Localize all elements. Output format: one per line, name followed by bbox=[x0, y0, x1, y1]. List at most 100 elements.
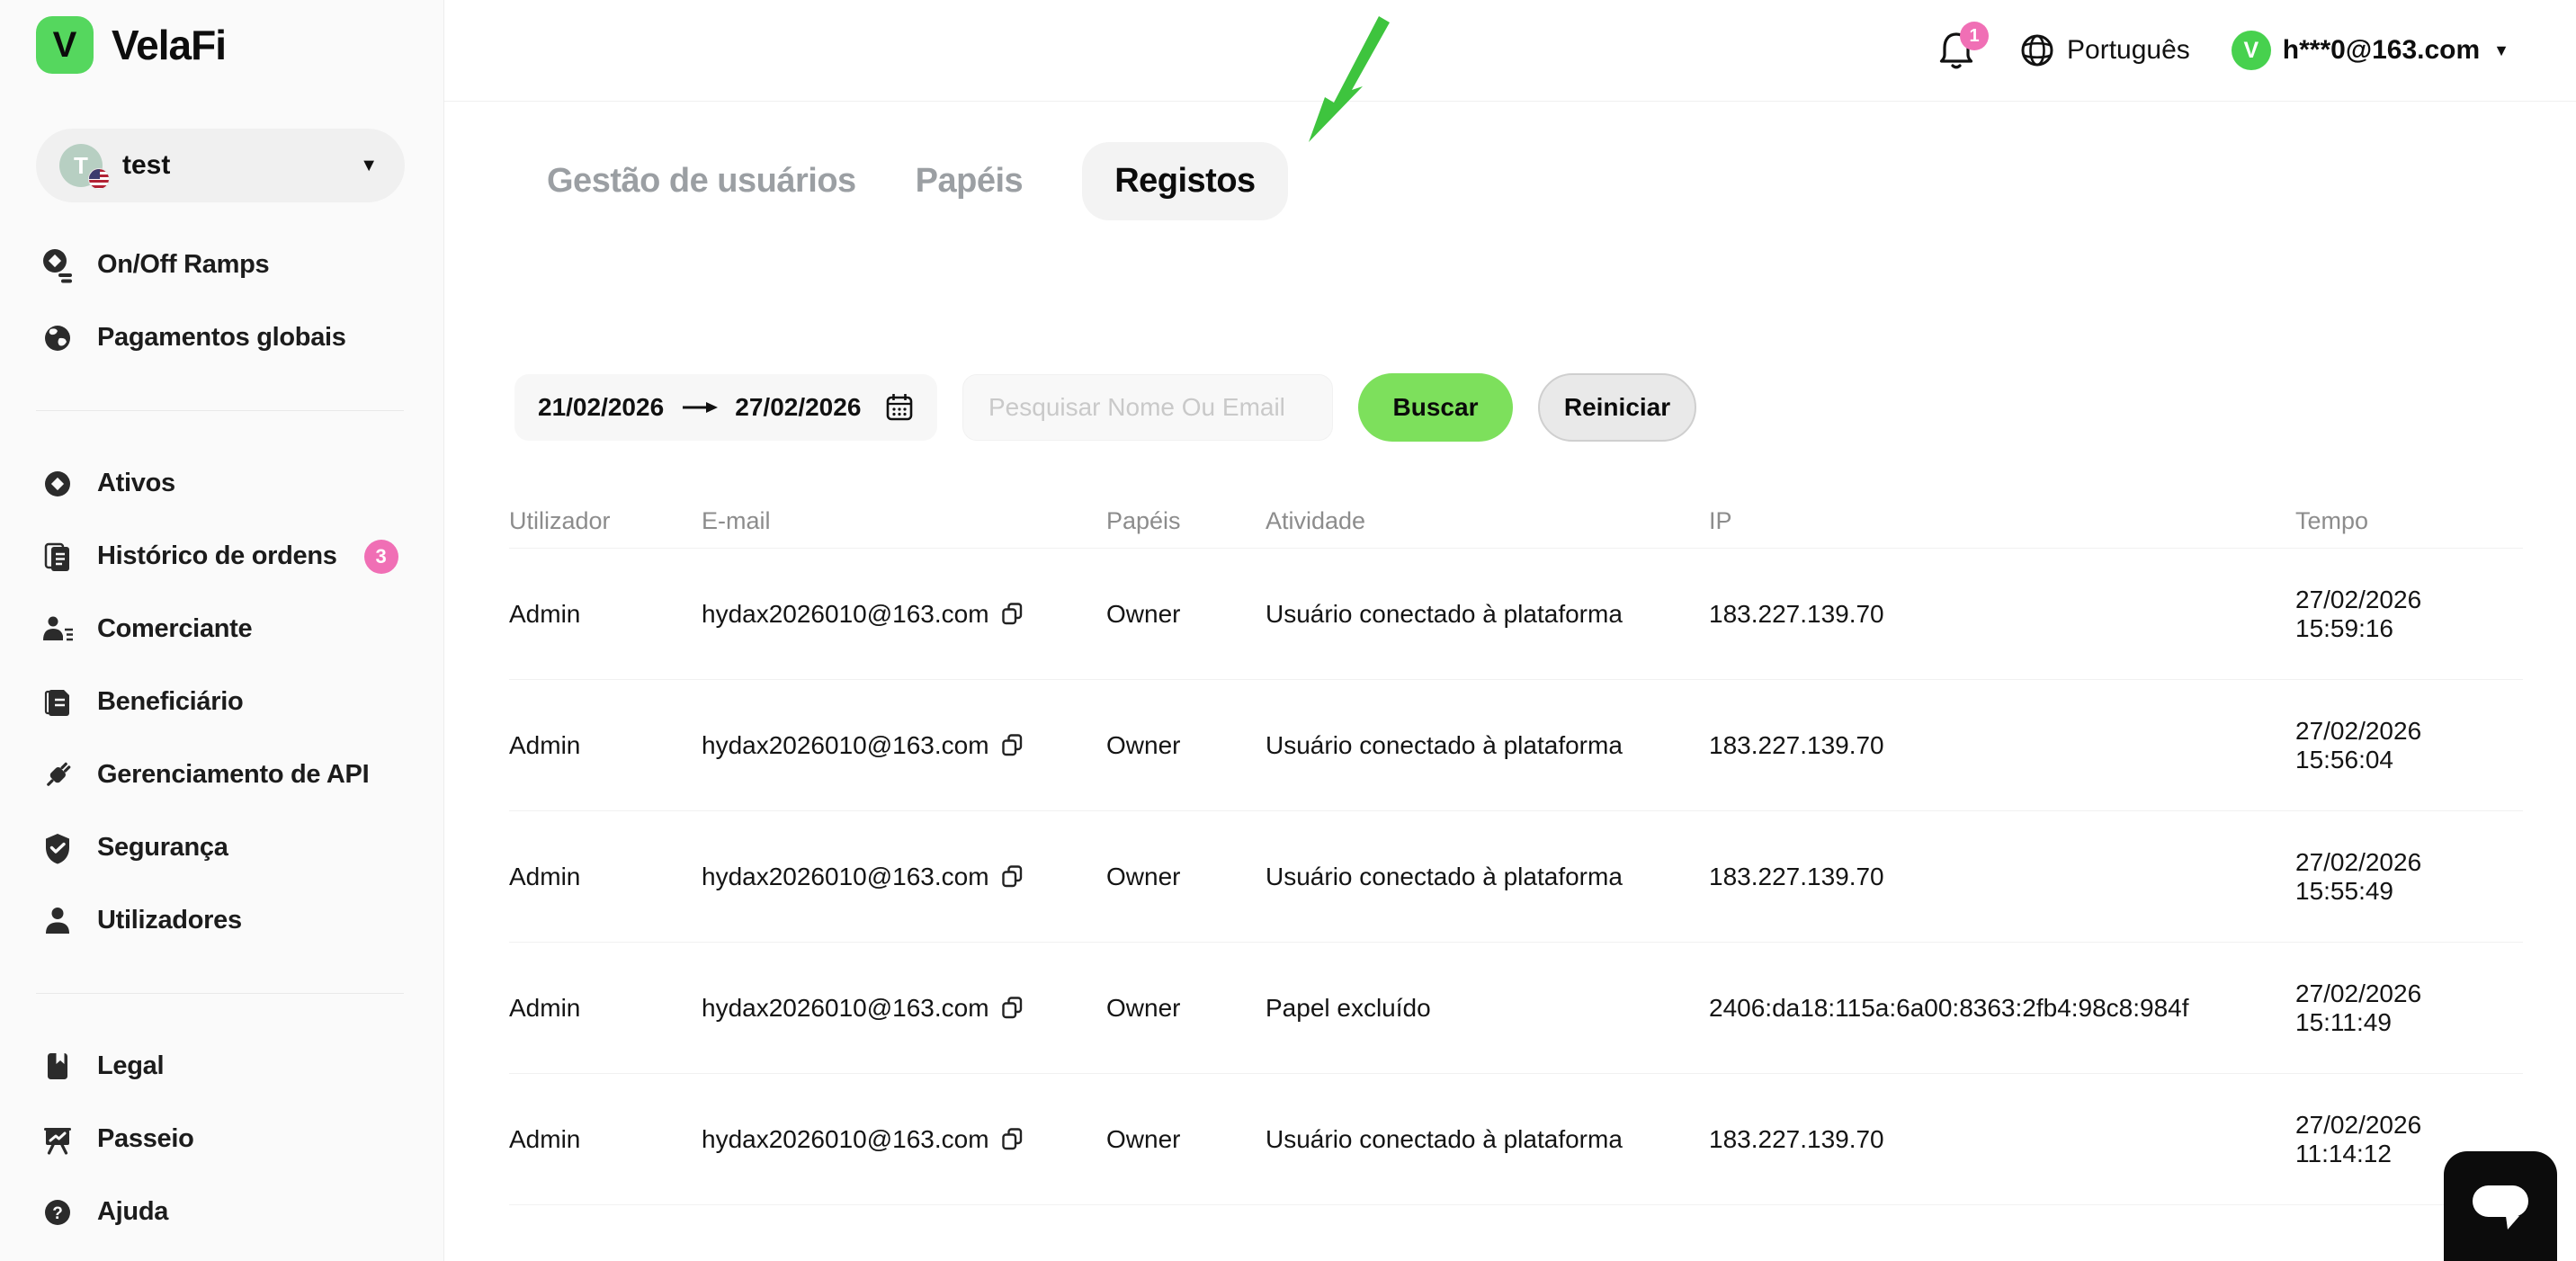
tab-bar: Gestão de usuários Papéis Registos bbox=[547, 141, 2576, 220]
sidebar-item-pagamentos-globais[interactable]: Pagamentos globais bbox=[0, 301, 443, 374]
ramps-coin-icon bbox=[40, 247, 76, 283]
copy-icon bbox=[1001, 603, 1022, 625]
cell-email: hydax2026010@163.com bbox=[702, 600, 1106, 629]
sidebar-item-label: Gerenciamento de API bbox=[97, 760, 370, 789]
copy-icon bbox=[1001, 1128, 1022, 1150]
brand-name: VelaFi bbox=[112, 22, 227, 68]
globe-icon bbox=[2021, 34, 2053, 67]
language-selector[interactable]: Português bbox=[2019, 32, 2190, 68]
sidebar-item-label: Legal bbox=[97, 1051, 165, 1080]
app-root: V VelaFi T test ▼ On/Off Ramps Pagamento… bbox=[0, 0, 2576, 1261]
cell-activity: Papel excluído bbox=[1266, 993, 1431, 1022]
main-content: 1 Português V h***0@163.com ▼ Gestão de … bbox=[444, 0, 2576, 1261]
svg-text:?: ? bbox=[52, 1204, 63, 1223]
cell-role: Owner bbox=[1106, 1124, 1181, 1153]
search-input[interactable] bbox=[988, 393, 1307, 422]
user-avatar: V bbox=[2231, 31, 2271, 70]
cell-email: hydax2026010@163.com bbox=[702, 994, 1106, 1023]
workspace-selector[interactable]: T test ▼ bbox=[36, 129, 405, 202]
account-menu[interactable]: V h***0@163.com ▼ bbox=[2231, 31, 2509, 70]
sidebar-item-seguranca[interactable]: Segurança bbox=[0, 811, 443, 884]
tour-presentation-icon bbox=[40, 1122, 76, 1158]
sidebar-item-passeio[interactable]: Passeio bbox=[0, 1103, 443, 1176]
merchant-person-icon bbox=[40, 612, 76, 648]
sidebar-item-comerciante[interactable]: Comerciante bbox=[0, 593, 443, 666]
copy-icon bbox=[1001, 734, 1022, 756]
copy-email-button[interactable] bbox=[1000, 864, 1024, 889]
sidebar-item-on-off-ramps[interactable]: On/Off Ramps bbox=[0, 228, 443, 301]
notification-count-badge: 1 bbox=[1960, 22, 1990, 50]
copy-icon bbox=[1001, 997, 1022, 1019]
cell-email: hydax2026010@163.com bbox=[702, 863, 1106, 891]
language-label: Português bbox=[2067, 35, 2190, 65]
tab-papeis[interactable]: Papéis bbox=[916, 162, 1024, 201]
brand[interactable]: V VelaFi bbox=[0, 16, 443, 74]
cell-user: Admin bbox=[509, 730, 581, 759]
user-email: h***0@163.com bbox=[2282, 35, 2481, 65]
cell-email: hydax2026010@163.com bbox=[702, 1125, 1106, 1154]
sidebar-item-label: Segurança bbox=[97, 833, 228, 862]
cell-role: Owner bbox=[1106, 862, 1181, 890]
order-history-icon bbox=[40, 539, 76, 575]
workspace-avatar-letter: T bbox=[74, 151, 88, 179]
cell-ip: 183.227.139.70 bbox=[1709, 862, 1884, 890]
sidebar-item-ajuda[interactable]: ? Ajuda bbox=[0, 1176, 443, 1248]
sidebar-item-historico-de-ordens[interactable]: Histórico de ordens 3 bbox=[0, 520, 443, 593]
sidebar-item-label: Comerciante bbox=[97, 614, 253, 643]
column-header-papeis: Papéis bbox=[1106, 507, 1181, 534]
cell-activity: Usuário conectado à plataforma bbox=[1266, 730, 1623, 759]
search-field bbox=[962, 374, 1333, 441]
tab-gestao-de-usuarios[interactable]: Gestão de usuários bbox=[547, 162, 856, 201]
notifications-button[interactable]: 1 bbox=[1936, 22, 1990, 72]
email-text: hydax2026010@163.com bbox=[702, 1124, 989, 1153]
orders-count-badge: 3 bbox=[363, 539, 398, 574]
globe-filled-icon bbox=[40, 320, 76, 356]
email-text: hydax2026010@163.com bbox=[702, 730, 989, 759]
email-text: hydax2026010@163.com bbox=[702, 862, 989, 890]
date-from: 21/02/2026 bbox=[538, 393, 665, 421]
table-row: Admin hydax2026010@163.com Owner Usuário… bbox=[509, 680, 2523, 811]
workspace-name: test bbox=[122, 150, 171, 180]
chevron-down-icon: ▼ bbox=[2493, 40, 2509, 59]
column-header-email: E-mail bbox=[702, 507, 771, 534]
copy-email-button[interactable] bbox=[1000, 1127, 1024, 1151]
cell-activity: Usuário conectado à plataforma bbox=[1266, 862, 1623, 890]
sidebar-divider bbox=[36, 993, 404, 994]
sidebar-item-beneficiario[interactable]: Beneficiário bbox=[0, 666, 443, 738]
date-range-picker[interactable]: 21/02/2026 27/02/2026 bbox=[514, 374, 937, 441]
help-icon: ? bbox=[40, 1194, 76, 1230]
table-row: Admin hydax2026010@163.com Owner Papel e… bbox=[509, 943, 2523, 1074]
copy-email-button[interactable] bbox=[1000, 602, 1024, 626]
cell-activity: Usuário conectado à plataforma bbox=[1266, 1124, 1623, 1153]
cell-ip: 2406:da18:115a:6a00:8363:2fb4:98c8:984f bbox=[1709, 993, 2189, 1022]
calendar-icon bbox=[886, 394, 913, 421]
date-to: 27/02/2026 bbox=[735, 393, 862, 421]
workspace-avatar: T bbox=[59, 144, 110, 190]
chat-launcher-button[interactable] bbox=[2444, 1151, 2557, 1261]
reset-button[interactable]: Reiniciar bbox=[1538, 373, 1696, 442]
tab-registos[interactable]: Registos bbox=[1082, 141, 1288, 220]
arrow-right-icon bbox=[682, 402, 718, 413]
cell-user: Admin bbox=[509, 862, 581, 890]
cell-time: 27/02/2026 15:55:49 bbox=[2295, 847, 2422, 905]
cell-user: Admin bbox=[509, 599, 581, 628]
chat-bubble-icon bbox=[2473, 1185, 2528, 1230]
column-header-ip: IP bbox=[1709, 507, 1732, 534]
sidebar-item-legal[interactable]: Legal bbox=[0, 1030, 443, 1103]
sidebar-item-ativos[interactable]: Ativos bbox=[0, 447, 443, 520]
cell-ip: 183.227.139.70 bbox=[1709, 599, 1884, 628]
sidebar-item-label: Passeio bbox=[97, 1124, 194, 1153]
sidebar-item-utilizadores[interactable]: Utilizadores bbox=[0, 884, 443, 957]
copy-icon bbox=[1001, 865, 1022, 888]
email-text: hydax2026010@163.com bbox=[702, 599, 989, 628]
search-button[interactable]: Buscar bbox=[1358, 373, 1513, 442]
copy-email-button[interactable] bbox=[1000, 996, 1024, 1020]
api-plug-icon bbox=[40, 757, 76, 793]
cell-ip: 183.227.139.70 bbox=[1709, 730, 1884, 759]
sidebar-item-gerenciamento-de-api[interactable]: Gerenciamento de API bbox=[0, 738, 443, 811]
cell-user: Admin bbox=[509, 993, 581, 1022]
email-text: hydax2026010@163.com bbox=[702, 993, 989, 1022]
sidebar-item-label: Beneficiário bbox=[97, 687, 244, 716]
copy-email-button[interactable] bbox=[1000, 733, 1024, 757]
column-header-utilizador: Utilizador bbox=[509, 507, 611, 534]
